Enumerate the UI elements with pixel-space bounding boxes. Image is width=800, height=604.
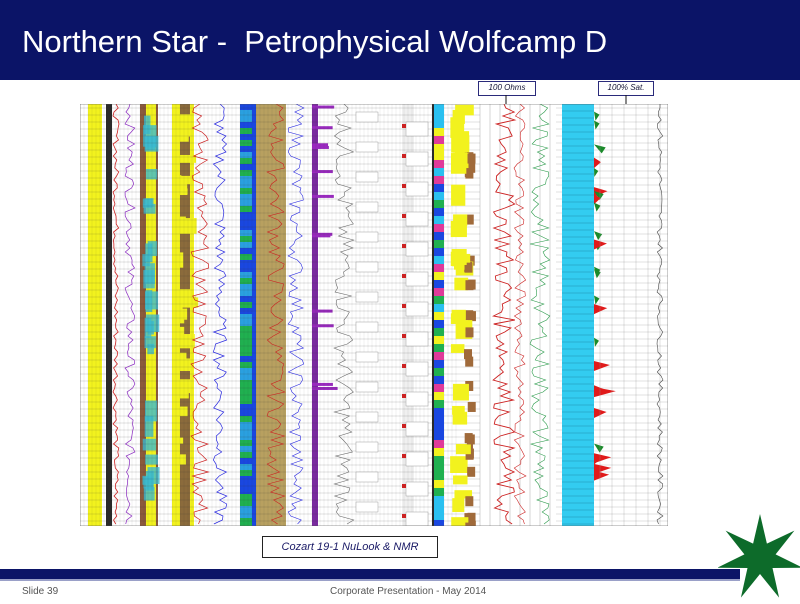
footer-bar <box>0 569 740 579</box>
well-log-image <box>80 104 668 526</box>
footer-presentation-title: Corporate Presentation - May 2014 <box>330 586 487 597</box>
footer-line <box>0 579 740 581</box>
slide-number: Slide 39 <box>22 586 59 597</box>
green-star-logo-icon <box>718 514 800 598</box>
log-caption: Cozart 19-1 NuLook & NMR <box>262 536 438 558</box>
